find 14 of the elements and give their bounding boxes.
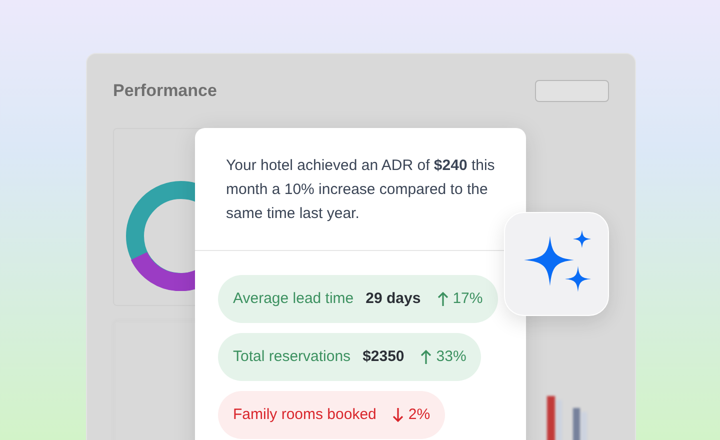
insight-message: Your hotel achieved an ADR of $240 this month a 10% increase compared to the same time last year. — [226, 156, 495, 224]
metric-label: Total reservations — [233, 346, 351, 367]
metric-label: Family rooms booked — [233, 404, 376, 425]
metric-change: 33% — [436, 346, 466, 367]
metric-value: $2350 — [362, 346, 404, 367]
dashboard-title: Performance — [113, 80, 217, 102]
metric-change: 17% — [452, 288, 483, 309]
metric-value: 29 days — [366, 288, 421, 309]
up-arrow-icon — [420, 349, 432, 365]
down-arrow-icon — [392, 407, 404, 423]
metric-change: 2% — [408, 404, 430, 425]
up-arrow-icon — [436, 291, 449, 307]
period-dropdown[interactable] — [535, 80, 609, 102]
metric-label: Average lead time — [233, 288, 354, 309]
